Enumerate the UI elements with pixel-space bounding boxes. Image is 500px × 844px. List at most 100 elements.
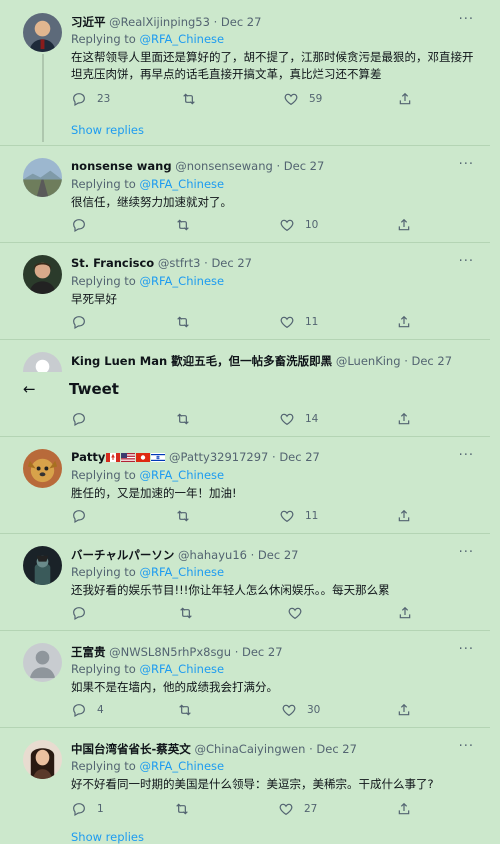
replying-to-link[interactable]: @RFA_Chinese [140, 32, 225, 46]
avatar[interactable] [23, 449, 62, 488]
tweet-date[interactable]: · Dec 27 [272, 450, 320, 464]
canada-flag-icon [106, 453, 121, 462]
retweet-button[interactable] [174, 801, 200, 817]
display-name[interactable]: Patty [71, 450, 105, 464]
replying-prefix: Replying to [71, 662, 140, 676]
more-options-icon[interactable]: ··· [459, 545, 474, 560]
user-handle[interactable]: @hahayu16 [178, 548, 247, 562]
tweet[interactable]: 中国台湾省省长-蔡英文 @ChinaCaiyingwen · Dec 27 ··… [0, 727, 490, 844]
like-button[interactable]: 11 [279, 314, 318, 330]
reply-button[interactable] [71, 605, 97, 621]
more-options-icon[interactable]: ··· [459, 642, 474, 657]
replying-prefix: Replying to [71, 177, 140, 191]
more-options-icon[interactable]: ··· [459, 12, 474, 27]
display-name[interactable]: King Luen Man 歡迎五毛，但一帖多畜洗版即黑 [71, 354, 332, 368]
share-button[interactable] [396, 508, 422, 524]
avatar[interactable] [23, 13, 62, 52]
share-button[interactable] [397, 91, 423, 107]
like-button[interactable] [287, 605, 313, 621]
like-count: 27 [304, 803, 318, 815]
share-button[interactable] [396, 217, 422, 233]
user-handle[interactable]: @ChinaCaiyingwen [194, 742, 305, 756]
display-name[interactable]: nonsense wang [71, 159, 172, 173]
tweet[interactable]: 习近平 @RealXijinping53 · Dec 27 ··· Replyi… [0, 0, 490, 146]
tweet-date[interactable]: · Dec 27 [309, 742, 357, 756]
replying-to-link[interactable]: @RFA_Chinese [140, 177, 225, 191]
tweet-date[interactable]: · Dec 27 [404, 354, 452, 368]
user-handle[interactable]: @RealXijinping53 [109, 15, 210, 29]
reply-icon [71, 411, 87, 427]
reply-button[interactable]: 23 [71, 91, 110, 107]
user-handle[interactable]: @NWSL8N5rhPx8sgu [109, 645, 231, 659]
like-button[interactable]: 10 [279, 217, 318, 233]
avatar[interactable] [23, 740, 62, 779]
heart-icon [279, 314, 295, 330]
like-button[interactable]: 11 [279, 508, 318, 524]
reply-icon [71, 508, 87, 524]
like-button[interactable]: 30 [281, 702, 320, 718]
back-arrow-icon[interactable]: ← [23, 380, 36, 398]
reply-button[interactable] [71, 411, 97, 427]
show-replies-link[interactable]: Show replies [71, 830, 144, 844]
share-button[interactable] [396, 702, 422, 718]
retweet-button[interactable] [177, 702, 203, 718]
user-handle[interactable]: @LuenKing [336, 354, 401, 368]
user-handle[interactable]: @Patty32917297 [169, 450, 268, 464]
display-name[interactable]: 王富贵 [71, 645, 106, 659]
replying-to-link[interactable]: @RFA_Chinese [140, 274, 225, 288]
tweet[interactable]: バーチャルパーソン @hahayu16 · Dec 27 ··· Replyin… [0, 533, 490, 631]
tweet-date[interactable]: · Dec 27 [214, 15, 262, 29]
share-button[interactable] [397, 605, 423, 621]
like-button[interactable]: 14 [279, 411, 318, 427]
retweet-button[interactable] [175, 314, 201, 330]
heart-icon [281, 702, 297, 718]
replying-to-link[interactable]: @RFA_Chinese [140, 565, 225, 579]
reply-button[interactable] [71, 508, 97, 524]
reply-button[interactable] [71, 314, 97, 330]
display-name[interactable]: 中国台湾省省长-蔡英文 [71, 742, 191, 756]
replying-to-link[interactable]: @RFA_Chinese [140, 468, 225, 482]
more-options-icon[interactable]: ··· [459, 448, 474, 463]
retweet-button[interactable] [178, 605, 204, 621]
retweet-button[interactable] [181, 91, 207, 107]
share-button[interactable] [396, 411, 422, 427]
reply-button[interactable]: 4 [71, 702, 104, 718]
share-button[interactable] [396, 314, 422, 330]
tweet-date[interactable]: · Dec 27 [276, 159, 324, 173]
more-options-icon[interactable]: ··· [459, 739, 474, 754]
tweet[interactable]: Patty @Patty32917297 · Dec 27 ··· Replyi… [0, 436, 490, 534]
share-icon [396, 314, 412, 330]
retweet-icon [178, 605, 194, 621]
tweet-date[interactable]: · Dec 27 [204, 256, 252, 270]
replying-to-link[interactable]: @RFA_Chinese [140, 759, 225, 773]
like-button[interactable]: 27 [278, 801, 317, 817]
tweet-header: 中国台湾省省长-蔡英文 @ChinaCaiyingwen · Dec 27 [71, 741, 480, 757]
display-name[interactable]: バーチャルパーソン [71, 548, 174, 562]
replying-to-link[interactable]: @RFA_Chinese [140, 662, 225, 676]
tweet-date[interactable]: · Dec 27 [235, 645, 283, 659]
user-handle[interactable]: @stfrt3 [158, 256, 201, 270]
more-options-icon[interactable]: ··· [459, 157, 474, 172]
avatar[interactable] [23, 546, 62, 585]
display-name[interactable]: St. Francisco [71, 256, 154, 270]
user-handle[interactable]: @nonsensewang [175, 159, 273, 173]
tweet[interactable]: St. Francisco @stfrt3 · Dec 27 ··· Reply… [0, 242, 490, 340]
replying-to: Replying to @RFA_Chinese [71, 177, 224, 191]
avatar[interactable] [23, 255, 62, 294]
share-button[interactable] [396, 801, 422, 817]
retweet-button[interactable] [175, 217, 201, 233]
retweet-button[interactable] [175, 508, 201, 524]
more-options-icon[interactable]: ··· [459, 254, 474, 269]
display-name[interactable]: 习近平 [71, 15, 106, 29]
avatar[interactable] [23, 643, 62, 682]
reply-button[interactable] [71, 217, 97, 233]
tweet[interactable]: nonsense wang @nonsensewang · Dec 27 ···… [0, 145, 490, 243]
reply-button[interactable]: 1 [71, 801, 104, 817]
retweet-button[interactable] [175, 411, 201, 427]
reply-icon [71, 91, 87, 107]
show-replies-link[interactable]: Show replies [71, 123, 144, 137]
like-button[interactable]: 59 [283, 91, 322, 107]
tweet-date[interactable]: · Dec 27 [251, 548, 299, 562]
tweet[interactable]: 王富贵 @NWSL8N5rhPx8sgu · Dec 27 ··· Replyi… [0, 630, 490, 728]
avatar[interactable] [23, 158, 62, 197]
